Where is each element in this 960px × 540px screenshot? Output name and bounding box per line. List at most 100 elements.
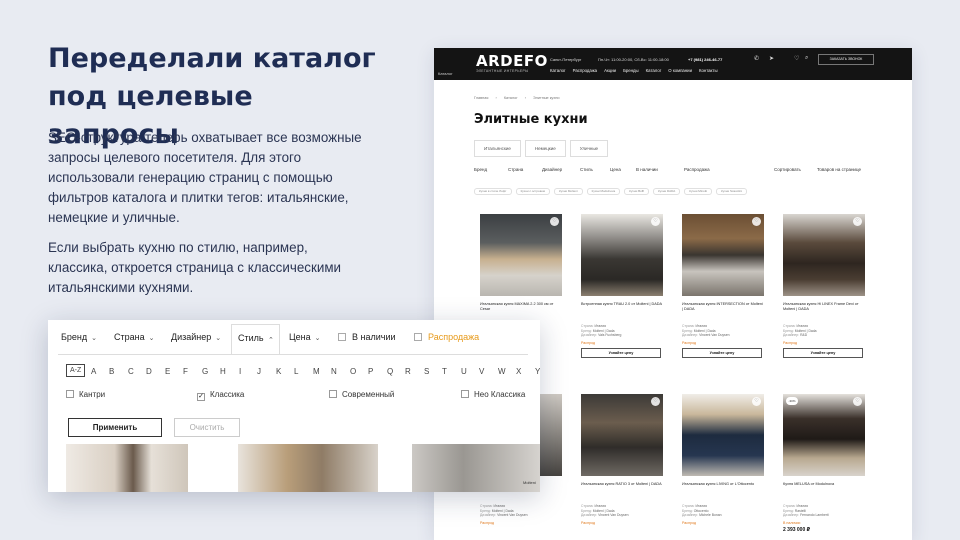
product-name[interactable]: Итальянская кухня INTERSECTION от Molten… [682,302,764,318]
letter[interactable]: D [146,367,152,376]
letter[interactable]: Q [387,367,393,376]
letter[interactable]: S [424,367,429,376]
telegram-icon[interactable]: ➤ [769,55,774,62]
header-catalog-label[interactable]: Каталог [438,71,453,76]
style-option-classic[interactable]: ✓ Классика [197,390,244,401]
nav-item[interactable]: Каталог [646,68,662,73]
favorite-heart-icon[interactable]: ♡ [853,397,862,406]
product-photo-partial[interactable] [238,444,378,492]
mini-filter-country[interactable]: Страна [508,167,523,172]
whatsapp-icon[interactable]: ✆ [754,55,759,62]
site-logo[interactable]: ARDEFO [476,52,548,70]
filter-in-stock[interactable]: В наличии [338,332,396,342]
letter[interactable]: C [128,367,134,376]
letter[interactable]: I [239,367,241,376]
letter[interactable]: E [165,367,170,376]
product-photo[interactable]: ♡ [682,214,764,296]
product-name[interactable]: Кухня MELUSA от Modulnova [783,482,865,498]
clear-button[interactable]: Очистить [174,418,240,437]
product-card[interactable]: ♡ Итальянская кухня Hi LINEX Frame Dexi … [783,214,865,358]
letter[interactable]: R [405,367,411,376]
favorite-heart-icon[interactable]: ♡ [651,397,660,406]
breadcrumb-item[interactable]: Каталог [504,96,518,100]
filter-style[interactable]: Стиль ⌄ [231,324,281,355]
letter[interactable]: A [91,367,96,376]
favorite-heart-icon[interactable]: ♡ [651,217,660,226]
filter-price[interactable]: Цена ⌄ [289,332,321,342]
checkbox-icon[interactable] [338,333,346,341]
checkbox-checked-icon[interactable]: ✓ [197,393,205,401]
favorite-heart-icon[interactable]: ♡ [550,217,559,226]
apply-button[interactable]: Применить [68,418,162,437]
letter[interactable]: H [220,367,226,376]
favorite-heart-icon[interactable]: ♡ [752,217,761,226]
product-photo[interactable]: ♡ [581,394,663,476]
product-name[interactable]: Итальянская кухня MAXIMA 2.2 300 см от C… [480,302,562,318]
ask-price-button[interactable]: Узнайте цену [581,347,661,358]
style-option-neoclassic[interactable]: Нео Классика [461,390,525,399]
tag-chip[interactable]: Кухни Minotti [684,188,713,195]
letter[interactable]: G [202,367,208,376]
product-name[interactable]: Итальянская кухня LIVING от L'Ottocento [682,482,764,498]
tag-chip[interactable]: Кухни DADA [653,188,681,195]
mini-filter-in-stock[interactable]: В наличии [636,167,658,172]
filter-designer[interactable]: Дизайнер ⌄ [171,332,221,342]
product-name[interactable]: Встроенная кухня TRAU 2.0 от Molteni | D… [581,302,663,318]
product-name[interactable]: Итальянская кухня RATIO 3 от Molteni | D… [581,482,663,498]
mini-filter-price[interactable]: Цена [610,167,621,172]
mini-filter-style[interactable]: Стиль [580,167,593,172]
letter[interactable]: W [498,367,506,376]
ask-price-button[interactable]: Узнайте цену [783,347,863,358]
letter[interactable]: F [183,367,188,376]
mini-filter-sale[interactable]: Распродажа [684,167,710,172]
letter[interactable]: V [479,367,484,376]
tag-chip[interactable]: Кухни в стиле Лофт [474,188,512,195]
style-option-country[interactable]: Кантри [66,390,105,399]
mini-filter-designer[interactable]: Дизайнер [542,167,562,172]
product-photo[interactable]: ♡ [480,214,562,296]
letter[interactable]: O [350,367,356,376]
letter[interactable]: L [294,367,298,376]
letter[interactable]: P [368,367,373,376]
tag-chip[interactable]: Кухни Scavolini [716,188,747,195]
tag-tab[interactable]: Уличные [569,140,609,157]
favorite-heart-icon[interactable]: ♡ [853,217,862,226]
product-card[interactable]: ♡ Итальянская кухня RATIO 3 от Molteni |… [581,394,663,525]
tag-chip[interactable]: Кухни Modulnova [586,188,621,195]
product-photo[interactable]: ♡ [581,214,663,296]
product-card[interactable]: ♡ Встроенная кухня TRAU 2.0 от Molteni |… [581,214,663,358]
header-city[interactable]: Санкт-Петербург [550,57,581,62]
product-card[interactable]: ♡ Итальянская кухня LIVING от L'Ottocent… [682,394,764,525]
style-option-modern[interactable]: Современный [329,390,394,399]
tag-chip[interactable]: Кухни с островом [515,188,550,195]
nav-item[interactable]: Каталог [550,68,566,73]
tag-chip[interactable]: Кухни Boffi [624,188,650,195]
search-icon[interactable]: ⌕ [805,55,808,62]
product-card[interactable]: -30% ♡ Кухня MELUSA от Modulnova Страна:… [783,394,865,533]
letter[interactable]: J [257,367,261,376]
product-photo[interactable]: ♡ [783,214,865,296]
letter[interactable]: B [109,367,114,376]
nav-item[interactable]: Контакты [699,68,718,73]
ask-price-button[interactable]: Узнайте цену [682,347,762,358]
letter[interactable]: M [313,367,320,376]
per-page-select[interactable]: Товаров на странице [817,167,861,172]
product-photo-partial[interactable] [66,444,188,492]
product-photo[interactable]: ♡ [682,394,764,476]
filter-country[interactable]: Страна ⌄ [114,332,154,342]
letter[interactable]: Y [535,367,540,376]
letter-all[interactable]: A-Z [66,364,86,377]
tag-chip[interactable]: Кухни Molteni [553,188,583,195]
letter[interactable]: X [516,367,521,376]
letter[interactable]: K [276,367,281,376]
sort-select[interactable]: Сортировать [774,167,801,172]
letter[interactable]: U [461,367,467,376]
checkbox-icon[interactable] [66,390,74,398]
nav-item[interactable]: Бренды [623,68,639,73]
favorite-heart-icon[interactable]: ♡ [752,397,761,406]
checkbox-icon[interactable] [329,390,337,398]
filter-brand[interactable]: Бренд ⌄ [61,332,97,342]
checkbox-icon[interactable] [414,333,422,341]
filter-sale[interactable]: Распродажа [414,332,479,342]
letter[interactable]: N [331,367,337,376]
